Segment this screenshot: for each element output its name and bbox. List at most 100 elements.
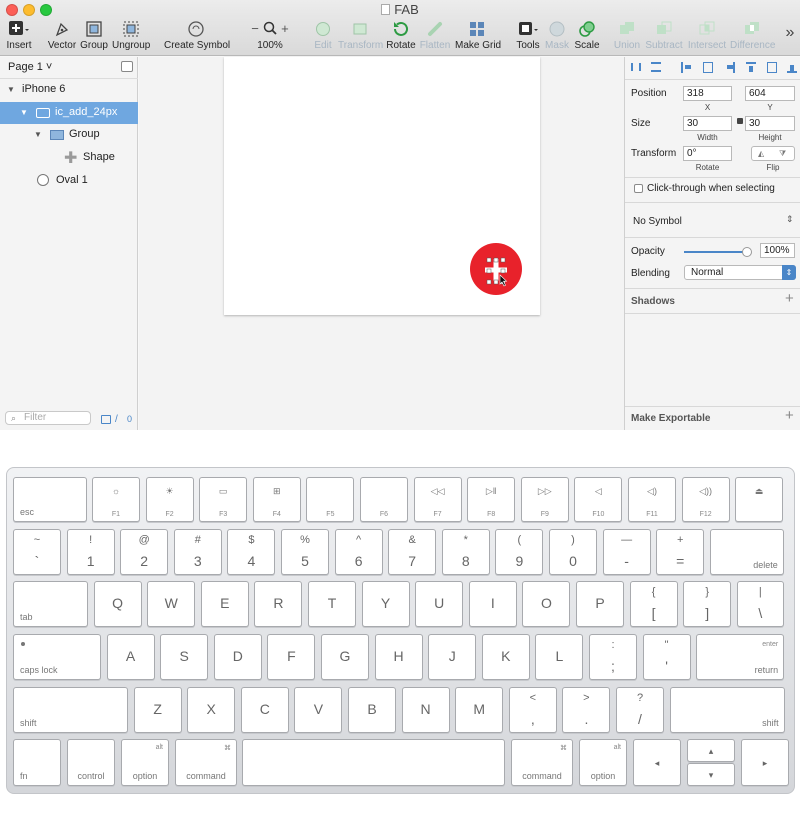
layer-ic-add[interactable]: ▼ ic_add_24px (0, 102, 138, 124)
key-label: 0 (569, 553, 577, 569)
key-shift-label: — (621, 534, 633, 546)
distribute-vertical-icon[interactable] (651, 62, 661, 72)
layer-artboard[interactable]: ▼ iPhone 6 (0, 79, 138, 101)
ungroup-button[interactable]: Ungroup (112, 20, 150, 54)
key-n: N (401, 687, 450, 733)
key-label: F4 (272, 511, 281, 518)
difference-button[interactable]: Difference (730, 20, 775, 54)
width-input[interactable]: 30 (683, 116, 732, 131)
disclosure-triangle-icon[interactable]: ▼ (7, 85, 15, 94)
vector-button[interactable]: Vector (47, 20, 77, 54)
tools-button[interactable]: Tools (515, 20, 541, 54)
scale-button[interactable]: Scale (574, 20, 600, 54)
layer-label: ic_add_24px (55, 106, 118, 118)
toolbar-overflow-button[interactable]: » (782, 24, 798, 58)
rotate-button[interactable]: Rotate (386, 20, 416, 54)
key-symbol: — - (602, 529, 651, 575)
key-symbol: | \ (736, 581, 784, 627)
key-s: S (160, 634, 209, 680)
key-icon: ◁◁ (430, 486, 445, 496)
group-button[interactable]: Group (80, 20, 108, 54)
layer-shape[interactable]: ✚ Shape (0, 147, 138, 169)
rotate-input[interactable]: 0° (683, 146, 732, 161)
divider (625, 288, 800, 289)
align-right-icon[interactable] (725, 62, 735, 73)
key-label: return (754, 665, 779, 675)
align-center-icon[interactable] (703, 62, 713, 73)
symbol-select[interactable]: No Symbol (633, 216, 682, 227)
key-period: >. (562, 687, 611, 733)
key-f9: ▷▷ F9 (520, 477, 569, 522)
mask-button[interactable]: Mask (545, 20, 569, 54)
key-label: option (132, 771, 158, 781)
position-y-input[interactable]: 604 (745, 86, 795, 101)
flip-horizontal-icon[interactable]: ◭ (758, 149, 764, 158)
key-label: \ (758, 605, 763, 621)
opacity-slider[interactable] (684, 247, 752, 257)
width-label: Width (697, 133, 718, 142)
align-left-icon[interactable] (681, 62, 691, 73)
layer-filter-input[interactable]: ⌕ Filter (5, 411, 91, 425)
zoom-in-button[interactable]: + (281, 21, 289, 36)
page-selector[interactable]: Page 1 ˅ (0, 57, 138, 79)
layer-oval[interactable]: Oval 1 (0, 170, 138, 192)
opacity-input[interactable]: 100% (760, 243, 795, 258)
union-button[interactable]: Union (613, 20, 641, 54)
insert-button[interactable]: Insert (4, 20, 34, 54)
flip-vertical-icon[interactable]: ⧩ (779, 149, 786, 159)
zoom-out-button[interactable]: − (251, 21, 259, 36)
key-arrow-up: ▴ (687, 739, 735, 762)
key-label: E (220, 595, 230, 611)
edit-button[interactable]: Edit (311, 20, 335, 54)
make-grid-button[interactable]: Make Grid (455, 20, 501, 54)
distribute-horizontal-icon[interactable] (631, 63, 641, 71)
canvas[interactable] (139, 57, 624, 430)
key-label: = (676, 553, 685, 569)
disclosure-triangle-icon[interactable]: ▼ (20, 108, 28, 117)
key-shift-label: : (611, 639, 615, 651)
key-arrow-right: ▸ (741, 739, 789, 786)
lock-ratio-icon[interactable] (737, 118, 743, 124)
height-input[interactable]: 30 (745, 116, 795, 131)
add-shadow-icon[interactable]: + (785, 290, 794, 307)
artboard-iphone-6[interactable] (224, 57, 540, 315)
intersect-icon (686, 20, 728, 38)
align-middle-icon[interactable] (767, 62, 777, 73)
transform-button[interactable]: Transform (338, 20, 383, 54)
blending-select[interactable]: Normal (684, 265, 796, 280)
layer-group-filter-icon[interactable] (101, 415, 111, 424)
key-label: F8 (487, 511, 496, 518)
key-4: $4 (227, 529, 276, 575)
key-f: F (267, 634, 316, 680)
key-label: V (313, 701, 324, 717)
click-through-checkbox[interactable] (634, 184, 643, 193)
key-label: ▴ (708, 745, 714, 756)
position-x-input[interactable]: 318 (683, 86, 732, 101)
align-bottom-icon[interactable] (787, 62, 797, 73)
create-symbol-button[interactable]: Create Symbol (164, 20, 230, 54)
layer-group[interactable]: ▼ Group (0, 124, 138, 146)
opacity-slider-knob[interactable] (742, 247, 752, 257)
key-label: 4 (247, 553, 256, 569)
subtract-button[interactable]: Subtract (644, 20, 684, 54)
key-label: ◂ (654, 757, 660, 768)
flatten-button[interactable]: Flatten (419, 20, 451, 54)
intersect-button[interactable]: Intersect (686, 20, 728, 54)
flip-control[interactable]: ◭ ⧩ (751, 146, 795, 161)
key-shift-label: ) (571, 534, 575, 546)
key-f11: ◁) F11 (628, 477, 676, 522)
chevron-up-down-icon[interactable]: ⇕ (786, 214, 794, 225)
scale-label: Scale (574, 40, 600, 51)
add-export-icon[interactable]: + (785, 407, 794, 424)
disclosure-triangle-icon[interactable]: ▼ (34, 130, 42, 139)
zoom-control[interactable]: − + 100% (246, 20, 294, 54)
page-toggle-icon[interactable] (121, 61, 133, 72)
slice-filter-icon[interactable]: / (115, 414, 118, 425)
align-top-icon[interactable] (746, 62, 756, 73)
key-label: S (179, 648, 189, 664)
key-label: I (490, 595, 495, 611)
blending-stepper-icon[interactable]: ⇕ (782, 265, 796, 280)
key-f8: ▷‖ F8 (467, 477, 516, 522)
fab-button-shape[interactable] (470, 243, 522, 295)
key-command: ⌘ command (511, 739, 573, 786)
